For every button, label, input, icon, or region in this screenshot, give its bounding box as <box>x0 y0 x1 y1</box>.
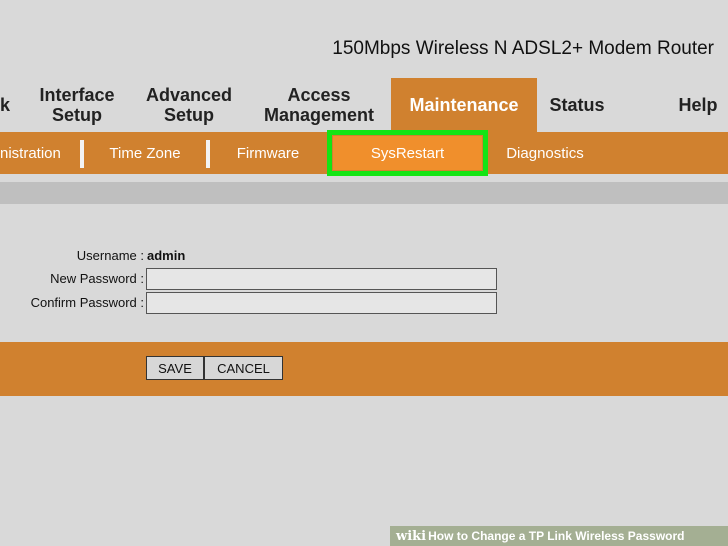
new-password-label: New Password : <box>50 271 144 286</box>
tab-label-line: Advanced <box>145 85 233 105</box>
subtab-label: Diagnostics <box>506 144 584 162</box>
subtab-time-zone[interactable]: Time Zone <box>86 132 204 174</box>
subtab-firmware[interactable]: Firmware <box>212 132 324 174</box>
subtab-diagnostics[interactable]: Diagnostics <box>494 132 596 174</box>
main-navigation: k Interface Setup Advanced Setup Access … <box>0 78 728 132</box>
tab-help[interactable]: Help <box>668 78 728 132</box>
subtab-sysrestart[interactable]: SysRestart <box>327 130 488 176</box>
tab-label-line: Status <box>549 95 605 115</box>
tab-status[interactable]: Status <box>540 78 614 132</box>
tab-advanced-setup[interactable]: Advanced Setup <box>134 78 244 132</box>
action-bar: SAVE CANCEL <box>0 342 728 396</box>
tab-partial-left[interactable]: k <box>0 78 10 132</box>
confirm-password-input[interactable] <box>146 292 497 314</box>
tab-label-line: Setup <box>51 105 102 125</box>
username-row: Username : admin <box>0 245 728 267</box>
subtab-administration[interactable]: nistration <box>0 132 61 174</box>
wikihow-watermark: wiki How to Change a TP Link Wireless Pa… <box>390 526 728 546</box>
router-header: 150Mbps Wireless N ADSL2+ Modem Router <box>0 0 728 78</box>
new-password-row: New Password : <box>0 268 728 290</box>
tab-maintenance[interactable]: Maintenance <box>391 78 537 132</box>
subtab-label: Time Zone <box>109 144 181 162</box>
tab-interface-setup[interactable]: Interface Setup <box>22 78 132 132</box>
tab-access-management[interactable]: Access Management <box>256 78 382 132</box>
watermark-brand: wiki <box>396 528 427 544</box>
tab-label-line: Management <box>263 105 375 125</box>
sub-navigation: nistration Time Zone Firmware SysRestart… <box>0 130 728 176</box>
subnav-divider <box>206 140 210 168</box>
new-password-input[interactable] <box>146 268 497 290</box>
confirm-password-row: Confirm Password : <box>0 292 728 314</box>
tab-partial-label: k <box>0 95 11 115</box>
username-value: admin <box>147 248 186 263</box>
tab-label-line: Access <box>287 85 351 105</box>
tab-label-line: Interface <box>39 85 115 105</box>
username-label: Username : <box>76 248 144 263</box>
tab-label-line: Maintenance <box>409 95 519 115</box>
confirm-password-label: Confirm Password : <box>30 295 144 310</box>
tab-label-line: Setup <box>163 105 214 125</box>
watermark-text: How to Change a TP Link Wireless Passwor… <box>428 529 685 543</box>
save-button[interactable]: SAVE <box>146 356 204 380</box>
subtab-label: SysRestart <box>370 144 445 162</box>
subnav-divider <box>80 140 84 168</box>
subtab-label: Firmware <box>236 144 300 162</box>
section-header-band <box>0 182 728 204</box>
tab-label-line: Help <box>678 95 718 115</box>
router-model-title: 150Mbps Wireless N ADSL2+ Modem Router <box>332 38 714 59</box>
subtab-label: nistration <box>0 144 61 162</box>
cancel-button[interactable]: CANCEL <box>204 356 283 380</box>
